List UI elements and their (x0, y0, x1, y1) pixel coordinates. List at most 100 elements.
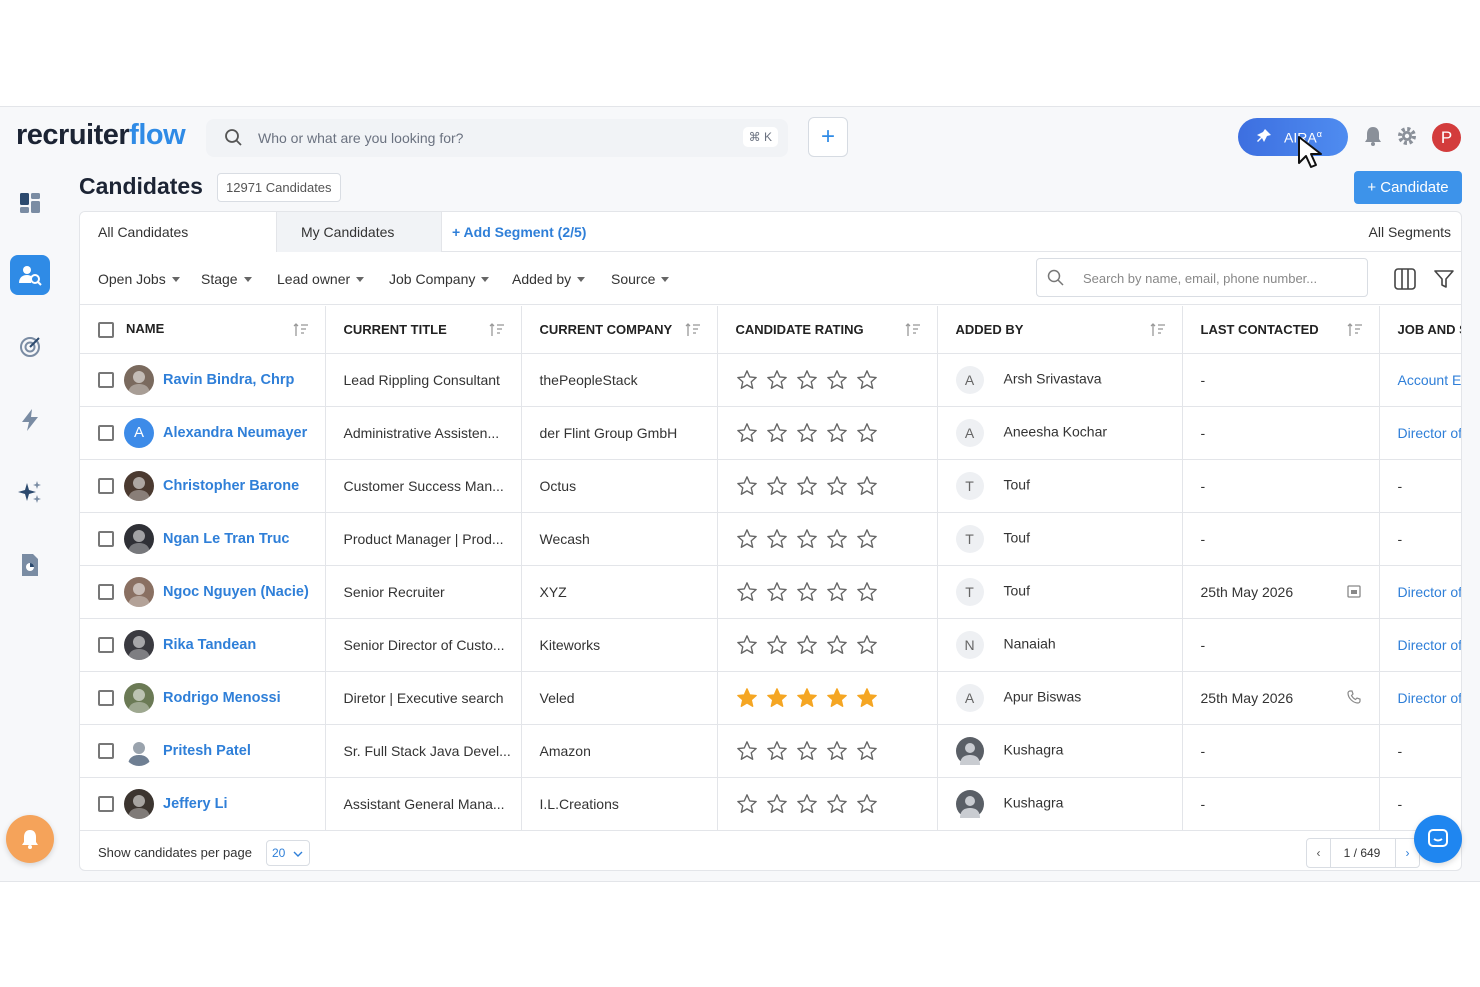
bell-icon[interactable] (1362, 125, 1384, 147)
table-row[interactable]: Ravin Bindra, Chrp Lead Rippling Consulta… (80, 353, 1462, 407)
job-link[interactable]: Director of (1398, 637, 1462, 653)
table-row[interactable]: Rika Tandean Senior Director of Custo... K… (80, 618, 1462, 672)
candidate-name-link[interactable]: Ngan Le Tran Truc (163, 531, 290, 547)
candidate-name-link[interactable]: Ravin Bindra, Chrp (163, 372, 294, 388)
candidate-name-link[interactable]: Ngoc Nguyen (Nacie) (163, 584, 309, 600)
sidebar-item-ai[interactable] (10, 472, 50, 512)
star-rating[interactable] (736, 687, 878, 709)
sort-icon[interactable] (1150, 323, 1166, 337)
all-segments-link[interactable]: All Segments (1369, 212, 1451, 252)
columns-icon[interactable] (1394, 268, 1416, 290)
star-outline-icon[interactable] (796, 528, 818, 550)
star-outline-icon[interactable] (766, 475, 788, 497)
table-row[interactable]: Ngoc Nguyen (Nacie) Senior Recruiter XYZ T T… (80, 565, 1462, 619)
star-filled-icon[interactable] (856, 687, 878, 709)
star-rating[interactable] (736, 634, 878, 656)
star-filled-icon[interactable] (766, 687, 788, 709)
row-checkbox[interactable] (98, 636, 114, 653)
star-outline-icon[interactable] (766, 740, 788, 762)
star-outline-icon[interactable] (736, 581, 758, 603)
candidate-name-link[interactable]: Jeffery Li (163, 796, 227, 812)
star-outline-icon[interactable] (826, 793, 848, 815)
notifications-fab[interactable] (6, 815, 54, 863)
filter-open-jobs[interactable]: Open Jobs (98, 271, 180, 287)
star-outline-icon[interactable] (796, 634, 818, 656)
tab-my-candidates[interactable]: My Candidates (276, 212, 442, 252)
per-page-select[interactable]: 20 (266, 840, 310, 866)
star-outline-icon[interactable] (796, 793, 818, 815)
star-outline-icon[interactable] (856, 634, 878, 656)
sort-icon[interactable] (1347, 323, 1363, 337)
add-candidate-button[interactable]: + Candidate (1354, 171, 1462, 204)
star-outline-icon[interactable] (736, 475, 758, 497)
star-outline-icon[interactable] (856, 740, 878, 762)
sidebar-item-dashboard[interactable] (10, 183, 50, 223)
star-outline-icon[interactable] (826, 528, 848, 550)
star-outline-icon[interactable] (856, 528, 878, 550)
star-outline-icon[interactable] (766, 369, 788, 391)
column-header-job[interactable]: JOB AND S (1379, 306, 1461, 354)
star-outline-icon[interactable] (826, 422, 848, 444)
star-outline-icon[interactable] (856, 793, 878, 815)
table-row[interactable]: Rodrigo Menossi Diretor | Executive searc… (80, 671, 1461, 725)
star-outline-icon[interactable] (856, 422, 878, 444)
star-outline-icon[interactable] (826, 740, 848, 762)
star-filled-icon[interactable] (736, 687, 758, 709)
gear-icon[interactable] (1396, 125, 1418, 147)
star-outline-icon[interactable] (796, 475, 818, 497)
star-outline-icon[interactable] (796, 422, 818, 444)
row-checkbox[interactable] (98, 583, 114, 600)
logo[interactable]: recruiterflow (16, 119, 186, 152)
table-row[interactable]: Jeffery Li Assistant General Mana... I.L.C… (80, 777, 1461, 831)
sort-icon[interactable] (685, 323, 701, 337)
user-avatar[interactable]: P (1432, 123, 1461, 152)
candidate-name-link[interactable]: Pritesh Patel (163, 743, 251, 759)
star-rating[interactable] (736, 740, 878, 762)
star-rating[interactable] (736, 793, 878, 815)
global-search-input[interactable]: Who or what are you looking for? ⌘ K (206, 119, 788, 157)
table-row[interactable]: Ngan Le Tran Truc Product Manager | Prod.… (80, 512, 1461, 566)
table-row[interactable]: Pritesh Patel Sr. Full Stack Java Devel..… (80, 724, 1461, 778)
column-header-added-by[interactable]: ADDED BY (937, 306, 1183, 354)
column-header-company[interactable]: CURRENT COMPANY (521, 306, 718, 354)
sort-icon[interactable] (489, 323, 505, 337)
row-checkbox[interactable] (98, 424, 114, 441)
table-search-input[interactable]: Search by name, email, phone number... (1036, 258, 1368, 297)
candidate-name-link[interactable]: Christopher Barone (163, 478, 299, 494)
star-outline-icon[interactable] (736, 740, 758, 762)
star-outline-icon[interactable] (826, 475, 848, 497)
select-all-checkbox[interactable] (98, 321, 114, 338)
chat-support-fab[interactable] (1414, 815, 1462, 863)
filter-lead-owner[interactable]: Lead owner (277, 271, 365, 287)
table-row[interactable]: Christopher Barone Customer Success Man..… (80, 459, 1461, 513)
star-outline-icon[interactable] (736, 369, 758, 391)
star-outline-icon[interactable] (826, 369, 848, 391)
row-checkbox[interactable] (98, 795, 114, 812)
filter-added-by[interactable]: Added by (512, 271, 586, 287)
row-checkbox[interactable] (98, 371, 114, 388)
star-filled-icon[interactable] (826, 687, 848, 709)
filter-source[interactable]: Source (611, 271, 670, 287)
candidate-name-link[interactable]: Rika Tandean (163, 637, 256, 653)
star-rating[interactable] (736, 369, 878, 391)
star-outline-icon[interactable] (766, 581, 788, 603)
quick-add-button[interactable]: + (808, 117, 848, 157)
table-row[interactable]: A Alexandra Neumayer Administrative Assist… (80, 406, 1461, 460)
star-filled-icon[interactable] (796, 687, 818, 709)
phone-icon[interactable] (1346, 689, 1361, 704)
star-outline-icon[interactable] (736, 422, 758, 444)
row-checkbox[interactable] (98, 530, 114, 547)
star-rating[interactable] (736, 422, 878, 444)
filter-stage[interactable]: Stage (201, 271, 252, 287)
star-outline-icon[interactable] (766, 634, 788, 656)
job-link[interactable]: Account E (1398, 372, 1462, 388)
job-link[interactable]: Director of (1398, 584, 1462, 600)
sidebar-item-automations[interactable] (10, 400, 50, 440)
sidebar-item-candidates[interactable] (10, 255, 50, 295)
candidate-name-link[interactable]: Rodrigo Menossi (163, 690, 281, 706)
star-rating[interactable] (736, 528, 878, 550)
column-header-rating[interactable]: CANDIDATE RATING (717, 306, 938, 354)
star-outline-icon[interactable] (766, 793, 788, 815)
star-outline-icon[interactable] (826, 634, 848, 656)
row-checkbox[interactable] (98, 742, 114, 759)
